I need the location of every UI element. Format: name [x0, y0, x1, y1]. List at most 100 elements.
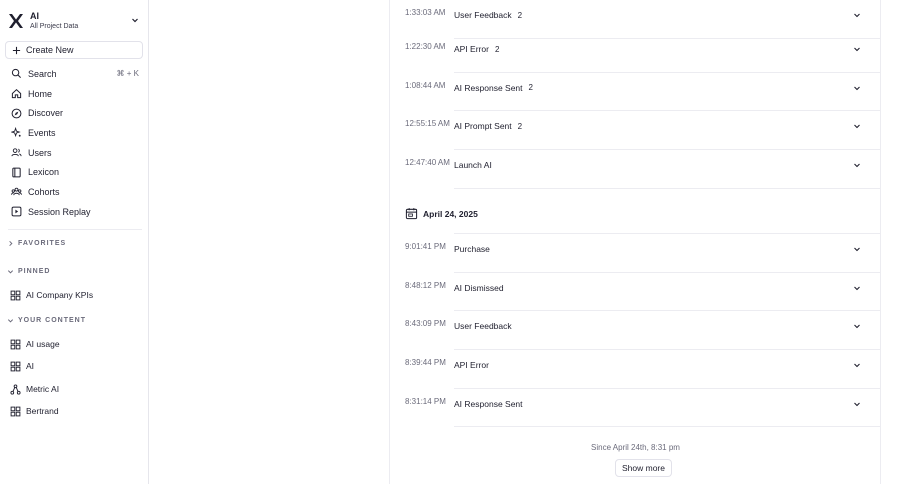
- pinned-item-ai-company-kpis[interactable]: AI Company KPIs: [10, 288, 93, 302]
- section-label: FAVORITES: [18, 240, 67, 247]
- nav-item-search[interactable]: Search ⌘ + K: [0, 64, 149, 84]
- compass-icon: [11, 108, 22, 119]
- nav-item-events[interactable]: Events: [0, 123, 149, 143]
- event-row[interactable]: 8:39:44 PM API Error: [390, 350, 881, 389]
- event-time: 1:22:30 AM: [405, 42, 446, 51]
- event-time: 8:48:12 PM: [405, 280, 446, 290]
- event-name: Launch AI: [454, 160, 492, 171]
- content-item-bertrand[interactable]: Bertrand: [10, 404, 59, 418]
- event-name: Purchase: [454, 244, 490, 254]
- event-row[interactable]: 8:31:14 PM AI Response Sent: [390, 389, 881, 428]
- event-name: User Feedback: [454, 10, 512, 20]
- event-row[interactable]: 9:01:41 PM Purchase: [390, 234, 881, 273]
- event-time: 8:39:44 PM: [405, 358, 446, 368]
- nav-label: Discover: [28, 108, 64, 119]
- content-item-ai-usage[interactable]: AI usage: [10, 337, 60, 351]
- item-label: Metric AI: [26, 384, 60, 394]
- calendar-icon: [405, 208, 418, 220]
- event-row[interactable]: 1:33:03 AM User Feedback 2: [390, 0, 881, 39]
- section-label: YOUR CONTENT: [18, 317, 86, 324]
- event-row[interactable]: 1:08:44 AM AI Response Sent 2: [390, 73, 881, 112]
- chevron-down-icon[interactable]: [853, 84, 861, 92]
- content-item-metric-ai[interactable]: Metric AI: [10, 382, 59, 396]
- app-logo-icon: [9, 14, 23, 28]
- section-your-content[interactable]: YOUR CONTENT: [7, 317, 86, 324]
- event-name: AI Response Sent: [454, 398, 523, 409]
- home-icon: [11, 88, 22, 99]
- event-name: API Error: [454, 44, 489, 54]
- section-favorites[interactable]: FAVORITES: [7, 240, 66, 247]
- board-icon: [10, 290, 21, 300]
- nav-label: Cohorts: [28, 186, 60, 197]
- book-icon: [12, 167, 21, 178]
- metric-tree-icon: [10, 383, 21, 395]
- event-count: 2: [517, 121, 523, 131]
- search-icon: [11, 69, 21, 79]
- chevron-down-icon[interactable]: [853, 400, 861, 408]
- since-text: Since April 24th, 8:31 pm: [591, 443, 680, 452]
- nav-label: Users: [28, 147, 52, 158]
- event-row[interactable]: 12:47:40 AM Launch AI: [390, 150, 881, 189]
- create-new-button[interactable]: Create New: [5, 41, 143, 59]
- event-feed: 1:33:03 AM User Feedback 2 1:22:30 AM API…: [389, 0, 881, 484]
- event-name: API Error: [454, 360, 489, 371]
- event-count: 2: [494, 44, 500, 54]
- sidebar-divider: [8, 229, 142, 230]
- event-row[interactable]: 8:43:09 PM User Feedback: [390, 311, 881, 351]
- project-scope: All Project Data: [30, 22, 79, 30]
- sidebar: AI All Project Data Create New Search ⌘ …: [0, 0, 149, 484]
- event-row[interactable]: 1:22:30 AM API Error 2: [390, 34, 881, 73]
- event-time: 9:01:41 PM: [405, 242, 446, 251]
- sparkle-icon: [11, 127, 21, 138]
- nav-label: Events: [28, 127, 56, 138]
- date-group-header: April 24, 2025: [405, 207, 478, 220]
- chevron-down-icon[interactable]: [853, 245, 861, 253]
- show-more-button[interactable]: Show more: [615, 459, 672, 477]
- plus-icon: [12, 46, 21, 54]
- create-new-label: Create New: [26, 45, 74, 55]
- nav-item-discover[interactable]: Discover: [0, 103, 149, 123]
- main-nav: Search ⌘ + K Home Discover Events Users …: [0, 64, 149, 222]
- users-icon: [11, 148, 22, 157]
- cohorts-icon: [11, 188, 22, 196]
- nav-item-lexicon[interactable]: Lexicon: [0, 162, 149, 182]
- event-name: AI Prompt Sent: [454, 121, 512, 132]
- nav-label: Lexicon: [28, 167, 60, 178]
- chevron-down-icon[interactable]: [853, 122, 861, 130]
- nav-item-home[interactable]: Home: [0, 84, 149, 104]
- nav-label: Home: [28, 88, 53, 99]
- project-name: AI: [30, 10, 39, 21]
- event-count: 2: [517, 10, 523, 20]
- event-row[interactable]: 8:48:12 PM AI Dismissed: [390, 273, 881, 312]
- row-divider: [454, 187, 881, 189]
- nav-item-session-replay[interactable]: Session Replay: [0, 202, 149, 222]
- nav-item-cohorts[interactable]: Cohorts: [0, 182, 149, 202]
- chevron-down-icon: [132, 18, 138, 23]
- event-time: 1:08:44 AM: [405, 80, 446, 90]
- content-item-ai[interactable]: AI: [10, 359, 34, 373]
- nav-item-users[interactable]: Users: [0, 143, 149, 163]
- item-label: AI Company KPIs: [26, 290, 94, 300]
- event-time: 12:47:40 AM: [405, 158, 450, 168]
- event-row[interactable]: 12:55:15 AM AI Prompt Sent 2: [390, 111, 881, 151]
- row-divider: [454, 426, 881, 428]
- chevron-down-icon[interactable]: [853, 45, 861, 53]
- chevron-down-icon[interactable]: [853, 361, 861, 369]
- event-name: User Feedback: [454, 321, 512, 332]
- project-switcher[interactable]: AI All Project Data: [8, 10, 142, 32]
- event-time: 12:55:15 AM: [405, 119, 450, 129]
- chevron-down-icon[interactable]: [853, 161, 861, 169]
- chevron-down-icon: [7, 319, 14, 323]
- chevron-down-icon[interactable]: [853, 322, 861, 330]
- chevron-down-icon: [7, 270, 14, 274]
- search-shortcut: ⌘ + K: [116, 69, 139, 79]
- chevron-down-icon[interactable]: [853, 284, 861, 292]
- event-count: 2: [528, 83, 533, 93]
- board-icon: [10, 361, 21, 371]
- event-time: 8:31:14 PM: [405, 396, 446, 406]
- nav-label: Search: [28, 68, 57, 79]
- replay-icon: [11, 206, 22, 217]
- chevron-right-icon: [9, 240, 13, 247]
- chevron-down-icon[interactable]: [853, 11, 861, 19]
- section-pinned[interactable]: PINNED: [7, 268, 50, 275]
